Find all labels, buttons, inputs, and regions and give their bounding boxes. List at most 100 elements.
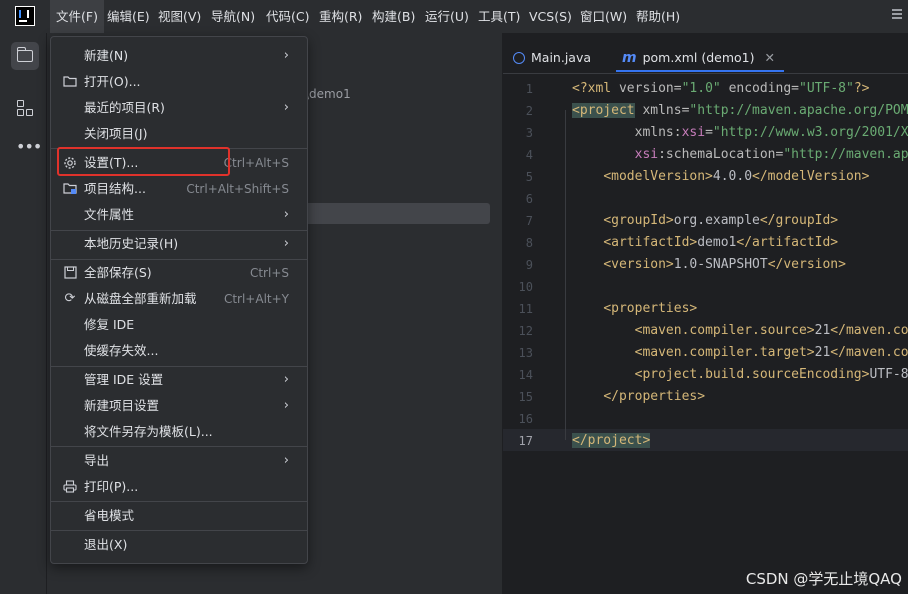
menu-item-open[interactable]: 打开(O)... xyxy=(55,70,303,94)
code-line[interactable]: <maven.compiler.source>21</maven.compile… xyxy=(572,323,908,338)
menu-separator xyxy=(51,366,307,367)
editor-tab-bar: Main.java m pom.xml (demo1) ✕ xyxy=(503,43,908,74)
java-class-icon xyxy=(513,52,525,64)
project-tree-selected-row[interactable] xyxy=(305,203,490,224)
menu-item-project-structure[interactable]: 项目结构... Ctrl+Alt+Shift+S xyxy=(55,177,303,201)
submenu-arrow-icon: › xyxy=(283,236,289,251)
menu-refactor[interactable]: 重构(R) xyxy=(319,0,362,33)
code-line[interactable]: <project xmlns="http://maven.apache.org/… xyxy=(572,103,908,118)
menu-run[interactable]: 运行(U) xyxy=(425,0,469,33)
hamburger-menu-icon[interactable] xyxy=(892,9,902,19)
line-number: 5 xyxy=(525,170,533,184)
line-number: 8 xyxy=(525,236,533,250)
code-line[interactable]: <project.build.sourceEncoding>UTF-8</pro… xyxy=(572,367,908,382)
menu-separator xyxy=(51,259,307,260)
more-tools-icon[interactable]: ••• xyxy=(16,139,42,155)
menu-item-recent-projects[interactable]: 最近的项目(R) › xyxy=(55,96,303,120)
folder-icon xyxy=(16,47,33,62)
submenu-arrow-icon: › xyxy=(283,48,289,63)
menu-vcs[interactable]: VCS(S) xyxy=(529,0,572,33)
menu-edit[interactable]: 编辑(E) xyxy=(107,0,150,33)
line-number: 16 xyxy=(518,412,533,426)
code-line[interactable]: <properties> xyxy=(572,301,908,316)
menu-item-power-save-mode[interactable]: 省电模式 xyxy=(55,504,303,528)
code-line[interactable]: </project> xyxy=(572,433,908,448)
line-number: 14 xyxy=(518,368,533,382)
folder-icon xyxy=(63,75,77,89)
menubar: 文件(F) 编辑(E) 视图(V) 导航(N) 代码(C) 重构(R) 构建(B… xyxy=(0,0,908,33)
submenu-arrow-icon: › xyxy=(283,453,289,468)
line-number: 2 xyxy=(525,104,533,118)
settings-highlight-box xyxy=(57,147,230,176)
code-line[interactable]: <?xml version="1.0" encoding="UTF-8"?> xyxy=(572,81,908,96)
project-structure-icon xyxy=(63,182,77,196)
line-number: 10 xyxy=(518,280,533,294)
menu-item-reload-from-disk[interactable]: ⟳ 从磁盘全部重新加载 Ctrl+Alt+Y xyxy=(55,287,303,311)
code-line[interactable]: </properties> xyxy=(572,389,908,404)
line-number: 1 xyxy=(525,82,533,96)
menu-file[interactable]: 文件(F) xyxy=(50,0,104,33)
close-icon[interactable]: ✕ xyxy=(765,50,775,65)
project-path: \demo1 xyxy=(305,87,351,101)
line-number-current: 17 xyxy=(518,434,533,448)
project-tool-button[interactable] xyxy=(11,42,39,70)
menu-item-invalidate-caches[interactable]: 使缓存失效... xyxy=(55,339,303,363)
menu-item-repair-ide[interactable]: 修复 IDE xyxy=(55,313,303,337)
menu-item-close-project[interactable]: 关闭项目(J) xyxy=(55,122,303,146)
print-icon xyxy=(63,480,77,494)
indent-guide xyxy=(565,110,566,440)
submenu-arrow-icon: › xyxy=(283,207,289,222)
menu-item-new-project-settings[interactable]: 新建项目设置 › xyxy=(55,394,303,418)
menu-separator xyxy=(51,230,307,231)
submenu-arrow-icon: › xyxy=(283,398,289,413)
menu-window[interactable]: 窗口(W) xyxy=(580,0,627,33)
code-line[interactable]: xmlns:xsi="http://www.w3.org/2001/XMLSch… xyxy=(572,125,908,140)
menu-separator xyxy=(51,446,307,447)
structure-icon[interactable] xyxy=(17,100,33,116)
menu-view[interactable]: 视图(V) xyxy=(158,0,201,33)
tab-main-java[interactable]: Main.java xyxy=(513,43,591,72)
intellij-logo-icon[interactable] xyxy=(15,6,35,26)
menu-item-export[interactable]: 导出 › xyxy=(55,449,303,473)
submenu-arrow-icon: › xyxy=(283,372,289,387)
line-number: 11 xyxy=(518,302,533,316)
line-number: 4 xyxy=(525,148,533,162)
menu-item-manage-ide-settings[interactable]: 管理 IDE 设置 › xyxy=(55,368,303,392)
menu-build[interactable]: 构建(B) xyxy=(372,0,415,33)
menu-code[interactable]: 代码(C) xyxy=(266,0,309,33)
line-number: 3 xyxy=(525,126,533,140)
code-line[interactable]: <maven.compiler.target>21</maven.compile… xyxy=(572,345,908,360)
line-number: 7 xyxy=(525,214,533,228)
line-number: 6 xyxy=(525,192,533,206)
menu-separator xyxy=(51,530,307,531)
menu-navigate[interactable]: 导航(N) xyxy=(211,0,255,33)
active-tab-indicator xyxy=(616,70,784,72)
menu-item-save-as-template[interactable]: 将文件另存为模板(L)... xyxy=(55,420,303,444)
code-line[interactable]: <version>1.0-SNAPSHOT</version> xyxy=(572,257,908,272)
menu-item-file-properties[interactable]: 文件属性 › xyxy=(55,203,303,227)
code-line[interactable]: <modelVersion>4.0.0</modelVersion> xyxy=(572,169,908,184)
menu-item-local-history[interactable]: 本地历史记录(H) › xyxy=(55,232,303,256)
save-icon xyxy=(63,266,77,280)
menu-item-print[interactable]: 打印(P)... xyxy=(55,475,303,499)
line-number: 9 xyxy=(525,258,533,272)
tab-label: Main.java xyxy=(531,50,592,65)
menu-help[interactable]: 帮助(H) xyxy=(636,0,680,33)
menu-separator xyxy=(51,501,307,502)
menu-item-new[interactable]: 新建(N) › xyxy=(55,44,303,68)
tool-window-strip xyxy=(0,33,47,594)
line-number: 13 xyxy=(518,346,533,360)
tab-pom-xml[interactable]: m pom.xml (demo1) ✕ xyxy=(622,43,775,72)
code-line[interactable]: <artifactId>demo1</artifactId> xyxy=(572,235,908,250)
watermark: CSDN @学无止境QAQ xyxy=(745,570,902,588)
reload-icon: ⟳ xyxy=(64,291,76,306)
line-number: 15 xyxy=(518,390,533,404)
line-number: 12 xyxy=(518,324,533,338)
file-menu-dropdown: 新建(N) › 打开(O)... 最近的项目(R) › 关闭项目(J) 设置(T… xyxy=(50,36,308,564)
code-line[interactable]: <groupId>org.example</groupId> xyxy=(572,213,908,228)
code-line[interactable]: xsi:schemaLocation="http://maven.apache.… xyxy=(572,147,908,162)
menu-item-save-all[interactable]: 全部保存(S) Ctrl+S xyxy=(55,261,303,285)
menu-tools[interactable]: 工具(T) xyxy=(478,0,520,33)
menu-item-exit[interactable]: 退出(X) xyxy=(55,533,303,557)
maven-icon: m xyxy=(622,50,637,66)
